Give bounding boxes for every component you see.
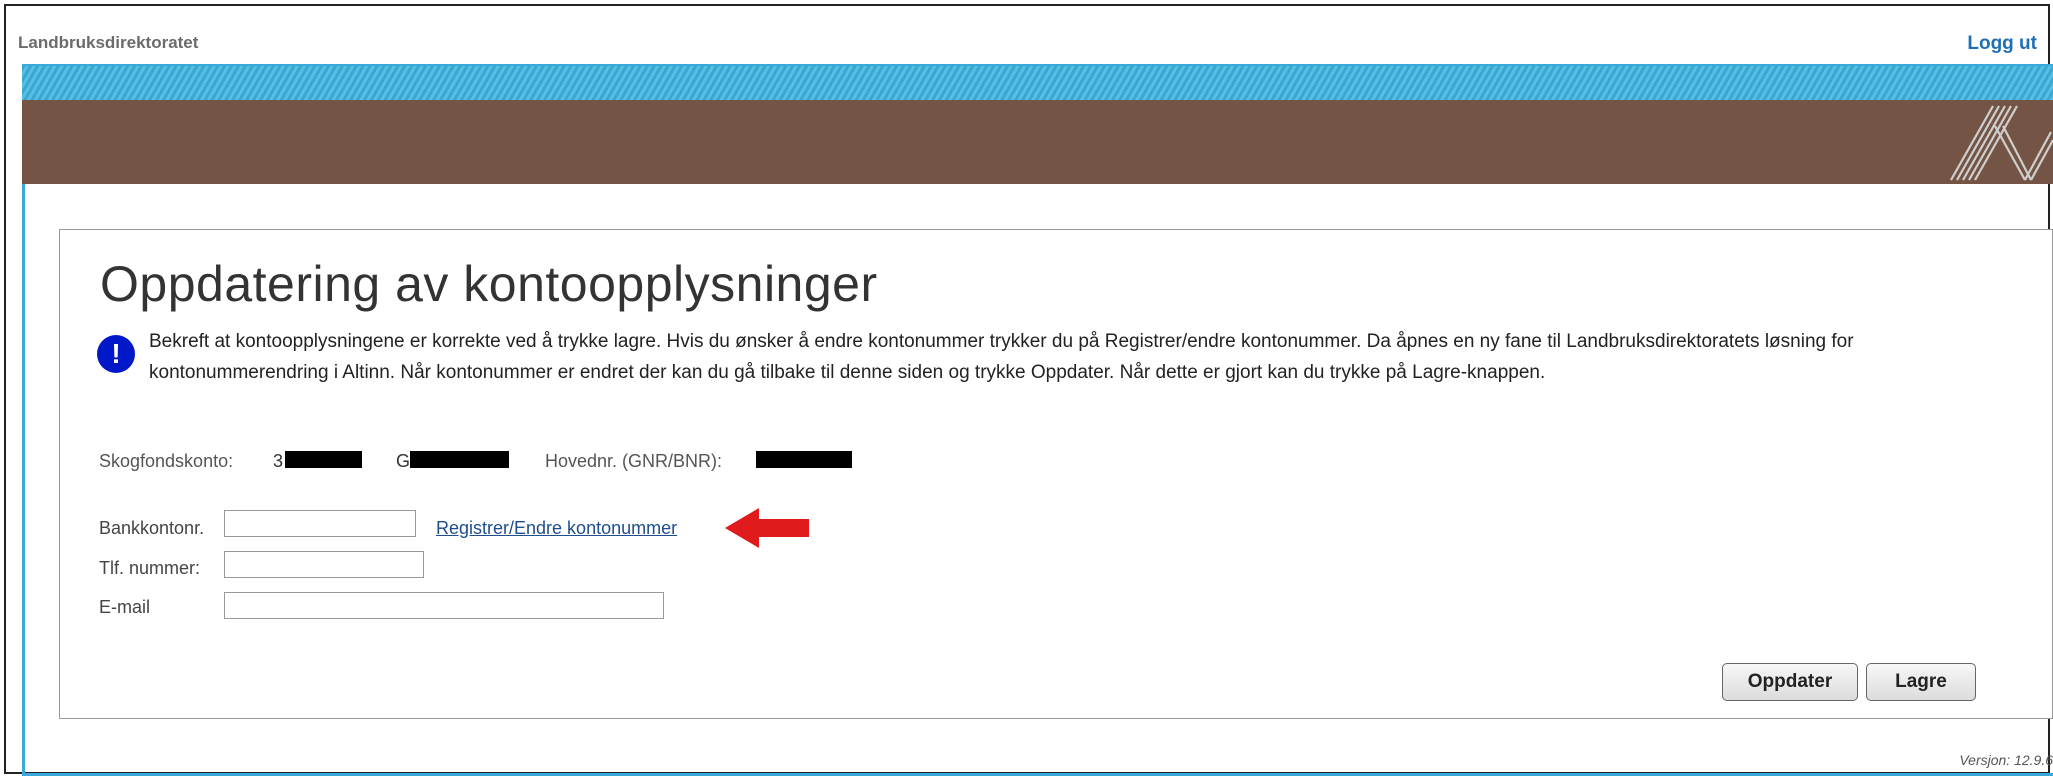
- email-label: E-mail: [99, 597, 151, 617]
- redacted-g-number: [410, 451, 509, 468]
- logout-link[interactable]: Logg ut: [1967, 33, 2037, 55]
- version-label: Versjon: 12.9.6: [1959, 752, 2053, 768]
- landbruk-logo-icon: [1950, 105, 2053, 181]
- phone-input[interactable]: [224, 551, 424, 578]
- email-input[interactable]: [224, 592, 664, 619]
- red-arrow-left-icon: [725, 508, 809, 548]
- register-account-link[interactable]: Registrer/Endre kontonummer: [436, 518, 677, 539]
- header-band: [22, 100, 2053, 184]
- bank-account-label: Bankkontonr.: [99, 518, 205, 538]
- phone-label: Tlf. nummer:: [99, 558, 201, 578]
- g-value-prefix: G: [396, 451, 411, 471]
- info-message: Bekreft at kontoopplysningene er korrekt…: [149, 331, 1854, 383]
- redacted-hovednr: [756, 451, 852, 468]
- hovednr-label: Hovednr. (GNR/BNR):: [545, 451, 723, 471]
- bank-account-input[interactable]: [224, 510, 416, 537]
- content-bottom-border: [22, 773, 2053, 776]
- page-title: Oppdatering av kontoopplysninger: [100, 256, 878, 312]
- top-bar: [22, 0, 2053, 52]
- redacted-account: [285, 451, 362, 468]
- update-button[interactable]: Oppdater: [1722, 663, 1858, 701]
- brand-name: Landbruksdirektoratet: [18, 33, 199, 52]
- content-left-border: [22, 184, 25, 776]
- save-button[interactable]: Lagre: [1866, 663, 1976, 701]
- skogfondskonto-value-prefix: 3: [273, 451, 284, 471]
- exclamation-icon: !: [97, 335, 135, 373]
- header-stripe: [22, 66, 2053, 100]
- skogfondskonto-label: Skogfondskonto:: [99, 451, 234, 471]
